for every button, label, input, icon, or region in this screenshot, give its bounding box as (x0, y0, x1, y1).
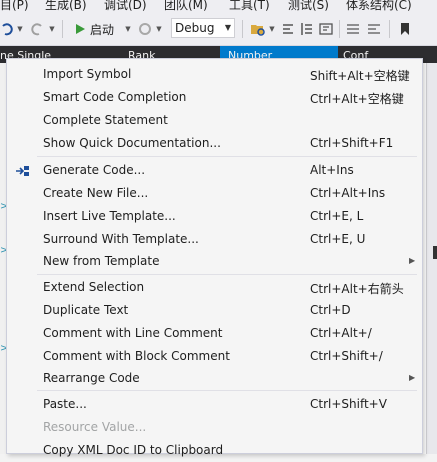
menu-item-smart-code-completion[interactable]: Smart Code Completion Ctrl+Alt+空格键 (7, 86, 422, 109)
uncomment-button[interactable] (366, 19, 382, 39)
refresh-button[interactable] (137, 19, 153, 39)
configuration-value: Debug (175, 21, 215, 35)
collapse-icon (319, 23, 333, 35)
menu-item-label: Comment with Block Comment (43, 349, 230, 363)
format-button[interactable] (281, 19, 295, 39)
menu-item-insert-live-template[interactable]: Insert Live Template... Ctrl+E, L (7, 205, 422, 228)
menu-bar: 目(P) 生成(B) 调试(D) 团队(M) 工具(T) 测试(S) 体系结构(… (0, 0, 437, 13)
menu-item-shortcut: Ctrl+Alt+/ (310, 326, 372, 340)
menu-item-shortcut: Ctrl+E, U (310, 232, 366, 246)
bookmark-button[interactable] (397, 19, 413, 39)
menu-item-label: Comment with Line Comment (43, 326, 223, 340)
toolbar-separator (389, 20, 390, 38)
menu-item-shortcut: Ctrl+E, L (310, 209, 364, 223)
menu-build[interactable]: 生成(B) (45, 0, 87, 13)
find-dropdown[interactable]: ▼ (268, 19, 276, 39)
menu-item-label: New from Template (43, 254, 160, 268)
menu-item-create-new-file[interactable]: Create New File... Ctrl+Alt+Ins (7, 182, 422, 205)
menu-separator (37, 274, 417, 275)
menu-item-label: Surround With Template... (43, 232, 199, 246)
menu-item-label: Import Symbol (43, 67, 132, 81)
menu-item-show-quick-documentation[interactable]: Show Quick Documentation... Ctrl+Shift+F… (7, 132, 422, 155)
menu-item-label: Copy XML Doc ID to Clipboard (43, 443, 224, 457)
toolbar-separator (242, 20, 243, 38)
menu-item-shortcut: Shift+Alt+空格键 (310, 69, 410, 83)
menu-item-shortcut: Ctrl+Shift+/ (310, 349, 383, 363)
menu-item-shortcut: Ctrl+Alt+右箭头 (310, 282, 404, 296)
refresh-icon (139, 23, 151, 35)
context-menu: Import Symbol Shift+Alt+空格键 Smart Code C… (6, 58, 423, 457)
menu-item-comment-block[interactable]: Comment with Block Comment Ctrl+Shift+/ (7, 345, 422, 368)
menu-separator (37, 156, 417, 157)
menu-item-comment-line[interactable]: Comment with Line Comment Ctrl+Alt+/ (7, 322, 422, 345)
comment-button[interactable] (345, 19, 361, 39)
generate-code-icon (16, 166, 29, 176)
menu-item-label: Smart Code Completion (43, 90, 187, 104)
menu-item-shortcut: Alt+Ins (310, 163, 354, 177)
menu-item-complete-statement[interactable]: Complete Statement (7, 109, 422, 132)
undo-dropdown[interactable]: ▼ (16, 19, 24, 39)
menu-item-duplicate-text[interactable]: Duplicate Text Ctrl+D (7, 299, 422, 322)
play-icon (76, 24, 85, 34)
redo-button[interactable] (28, 19, 44, 39)
undo-icon (2, 23, 13, 36)
menu-project[interactable]: 目(P) (0, 0, 29, 13)
menu-item-label: Rearrange Code (43, 371, 140, 385)
menu-item-label: Resource Value... (43, 420, 147, 434)
menu-item-label: Generate Code... (43, 163, 146, 177)
redo-icon (31, 23, 42, 36)
outline-icon (301, 23, 312, 35)
start-button[interactable]: 启动 (74, 19, 124, 39)
outline-button[interactable] (299, 19, 315, 39)
menu-item-rearrange-code[interactable]: Rearrange Code ▶ (7, 367, 422, 390)
editor-scrollbar[interactable] (426, 63, 437, 454)
toolbar: ▼ ▼ 启动 ▼ ▼ Debug ▼ ▼ (0, 13, 437, 46)
menu-architecture[interactable]: 体系结构(C) (346, 0, 412, 13)
menu-item-shortcut: Ctrl+Shift+F1 (310, 136, 394, 150)
folder-search-icon (251, 25, 265, 36)
chevron-down-icon: ▼ (224, 23, 231, 32)
menu-item-surround-with-template[interactable]: Surround With Template... Ctrl+E, U (7, 228, 422, 251)
format-icon (283, 24, 293, 34)
menu-item-import-symbol[interactable]: Import Symbol Shift+Alt+空格键 (7, 63, 422, 86)
scrollbar-marker (433, 246, 437, 259)
comment-lines-icon (347, 24, 359, 34)
menu-item-new-from-template[interactable]: New from Template ▶ (7, 250, 422, 273)
menu-item-label: Paste... (43, 397, 87, 411)
menu-debug[interactable]: 调试(D) (104, 0, 147, 13)
toolbar-separator (62, 20, 63, 38)
configuration-select[interactable]: Debug ▼ (171, 18, 235, 38)
submenu-arrow-icon: ▶ (409, 256, 416, 265)
uncomment-lines-icon (368, 24, 380, 34)
bookmark-icon (401, 23, 409, 35)
menu-item-label: Show Quick Documentation... (43, 136, 221, 150)
refresh-dropdown[interactable]: ▼ (155, 19, 163, 39)
menu-item-paste[interactable]: Paste... Ctrl+Shift+V (7, 393, 422, 416)
menu-item-shortcut: Ctrl+Alt+空格键 (310, 92, 404, 106)
start-dropdown[interactable]: ▼ (124, 19, 132, 39)
menu-item-label: Duplicate Text (43, 303, 129, 317)
menu-tools[interactable]: 工具(T) (229, 0, 270, 13)
start-label: 启动 (90, 22, 115, 37)
redo-dropdown[interactable]: ▼ (48, 19, 56, 39)
undo-button[interactable] (0, 19, 14, 39)
menu-test[interactable]: 测试(S) (288, 0, 329, 13)
menu-item-shortcut: Ctrl+Alt+Ins (310, 186, 386, 200)
menu-item-label: Create New File... (43, 186, 149, 200)
menu-separator (37, 390, 417, 391)
menu-item-extend-selection[interactable]: Extend Selection Ctrl+Alt+右箭头 (7, 276, 422, 299)
menu-item-copy-xml-doc-id[interactable]: Copy XML Doc ID to Clipboard (7, 439, 422, 462)
menu-item-shortcut: Ctrl+Shift+V (310, 397, 387, 411)
menu-team[interactable]: 团队(M) (164, 0, 208, 13)
menu-item-shortcut: Ctrl+D (310, 303, 351, 317)
find-in-files-button[interactable] (249, 19, 267, 39)
submenu-arrow-icon: ▶ (409, 373, 416, 382)
menu-item-resource-value: Resource Value... (7, 416, 422, 439)
collapse-button[interactable] (318, 19, 334, 39)
menu-item-label: Complete Statement (43, 113, 168, 127)
menu-item-generate-code[interactable]: Generate Code... Alt+Ins (7, 159, 422, 182)
menu-item-label: Insert Live Template... (43, 209, 176, 223)
toolbar-separator (339, 20, 340, 38)
menu-item-label: Extend Selection (43, 280, 145, 294)
